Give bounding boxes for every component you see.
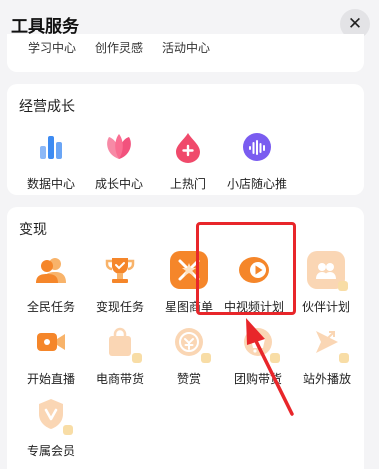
lock-icon xyxy=(339,353,349,363)
vip-icon xyxy=(32,395,73,435)
monetize-card: 变现 全民任务 变现任务 星图商单 中视频计划 伙伴计划 开始直播 电商带货 赞… xyxy=(7,207,364,469)
group-buy-label: 团购带货 xyxy=(233,372,282,386)
learning-center-item[interactable]: 学习中心 xyxy=(28,39,76,56)
partner-icon xyxy=(307,251,348,291)
mid-video-plan-item[interactable]: 中视频计划 xyxy=(218,251,290,315)
play-icon xyxy=(235,251,273,289)
lock-icon xyxy=(270,353,280,363)
group-buy-item[interactable]: 团购带货 xyxy=(222,323,294,387)
reward-label: 赞赏 xyxy=(176,372,201,386)
reward-item[interactable]: 赞赏 xyxy=(153,323,225,387)
star-map-order-item[interactable]: 星图商单 xyxy=(153,251,225,315)
sound-wave-icon xyxy=(238,128,276,166)
fire-drop-icon xyxy=(169,128,207,166)
people-icon xyxy=(32,251,70,289)
star-map-order-label: 星图商单 xyxy=(164,300,213,314)
lock-icon xyxy=(338,281,348,291)
shop-promote-item[interactable]: 小店随心推 xyxy=(221,128,293,192)
monetize-task-label: 变现任务 xyxy=(95,300,144,314)
lock-icon xyxy=(63,425,73,435)
close-icon: ✕ xyxy=(347,14,363,34)
camera-icon xyxy=(32,323,70,361)
lock-icon xyxy=(132,353,142,363)
reward-icon xyxy=(170,323,211,363)
mid-video-plan-label: 中视频计划 xyxy=(223,300,284,314)
ecommerce-selling-label: 电商带货 xyxy=(95,372,144,386)
partner-plan-label: 伙伴计划 xyxy=(301,300,350,314)
exclusive-member-label: 专属会员 xyxy=(26,444,75,458)
start-live-label: 开始直播 xyxy=(26,372,75,386)
growth-center-label: 成长中心 xyxy=(94,177,143,191)
trophy-icon xyxy=(101,251,139,289)
ecommerce-selling-item[interactable]: 电商带货 xyxy=(84,323,156,387)
external-play-icon xyxy=(308,323,349,363)
data-center-item[interactable]: 数据中心 xyxy=(15,128,87,192)
all-people-task-item[interactable]: 全民任务 xyxy=(15,251,87,315)
growth-section-title: 经营成长 xyxy=(19,99,75,115)
go-trending-item[interactable]: 上热门 xyxy=(152,128,224,192)
monetize-task-item[interactable]: 变现任务 xyxy=(84,251,156,315)
start-live-item[interactable]: 开始直播 xyxy=(15,323,87,387)
lock-icon xyxy=(201,353,211,363)
all-people-task-label: 全民任务 xyxy=(26,300,75,314)
bar-chart-icon xyxy=(32,128,70,166)
external-play-item[interactable]: 站外播放 xyxy=(291,323,363,387)
group-buy-icon xyxy=(239,323,280,363)
growth-center-item[interactable]: 成长中心 xyxy=(83,128,155,192)
shop-promote-label: 小店随心推 xyxy=(226,177,287,191)
star-map-icon xyxy=(170,251,208,289)
shopping-bag-icon xyxy=(101,323,142,363)
go-trending-label: 上热门 xyxy=(169,177,206,191)
learning-card: 学习中心 创作灵感 活动中心 xyxy=(7,34,364,72)
creative-inspiration-item[interactable]: 创作灵感 xyxy=(95,39,143,56)
monetize-section-title: 变现 xyxy=(19,222,47,238)
flower-icon xyxy=(100,128,138,166)
activity-center-item[interactable]: 活动中心 xyxy=(162,39,210,56)
growth-card: 经营成长 数据中心 成长中心 上热门 小店随心推 xyxy=(7,84,364,195)
external-play-label: 站外播放 xyxy=(302,372,351,386)
partner-plan-item[interactable]: 伙伴计划 xyxy=(290,251,362,315)
exclusive-member-item[interactable]: 专属会员 xyxy=(15,395,87,459)
data-center-label: 数据中心 xyxy=(26,177,75,191)
